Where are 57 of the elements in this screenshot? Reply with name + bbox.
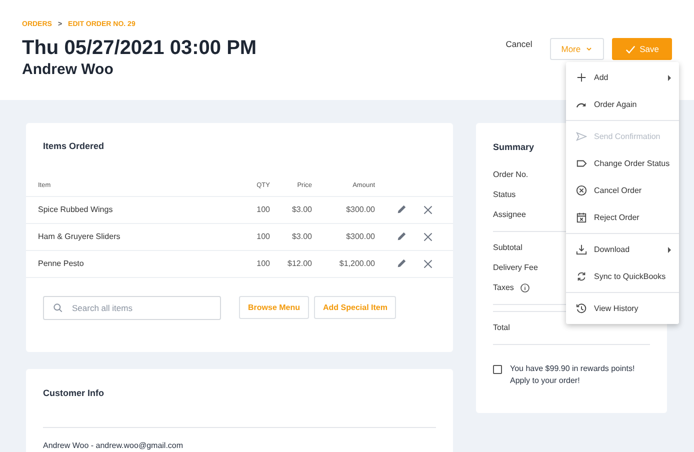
search-field[interactable]: Search all items [43, 296, 221, 320]
menu-item[interactable]: Download [566, 236, 679, 263]
menu-item[interactable]: Cancel Order [566, 177, 679, 204]
menu-item[interactable]: View History [566, 295, 679, 322]
summary-label: Total [493, 322, 510, 334]
checkbox[interactable] [493, 364, 502, 374]
customer-name: Andrew Woo [22, 60, 114, 80]
table-cell-text: $12.00 [286, 258, 312, 270]
close-icon[interactable] [423, 232, 433, 242]
menu-item[interactable]: Order Again [566, 91, 679, 118]
table-cell-text: Ham & Gruyere Sliders [38, 230, 122, 242]
table-cell-text: 100 [256, 230, 270, 242]
summary-label: Subtotal [493, 242, 522, 254]
chevron-down-icon [584, 45, 593, 53]
card-title: Summary [493, 141, 536, 154]
table-cell-text: Penne Pesto [38, 258, 85, 270]
summary-label: Taxes [493, 282, 514, 294]
rewards-text: You have $99.90 in rewards points! Apply to your order! [510, 362, 636, 388]
table-cell-text: 100 [256, 204, 270, 216]
table-cell-text: $3.00 [290, 204, 312, 216]
paper-plane-icon [576, 131, 587, 142]
summary-label: Order No. [493, 168, 528, 180]
pencil-icon[interactable] [396, 258, 407, 269]
table-cell-text: Spice Rubbed Wings [38, 204, 114, 216]
table-cell-text: 100 [256, 258, 270, 270]
check-icon [624, 44, 636, 54]
pencil-icon[interactable] [396, 204, 407, 215]
menu-item[interactable]: Sync to QuickBooks [566, 263, 679, 290]
menu-item[interactable]: Reject Order [566, 204, 679, 231]
pencil-icon[interactable] [396, 231, 407, 242]
summary-label: Assignee [493, 208, 526, 220]
calendar-icon [576, 212, 587, 223]
close-icon[interactable] [423, 258, 433, 268]
table-cell-text: $1,200.00 [338, 258, 375, 270]
menu-item[interactable]: Add [566, 64, 679, 91]
close-icon[interactable] [423, 204, 433, 214]
x-circle-icon [576, 185, 587, 196]
tag-icon [576, 158, 587, 169]
submenu-arrow-icon [668, 74, 671, 80]
card-title: Customer Info [43, 387, 106, 400]
sync-icon [576, 271, 587, 282]
customer-contact: Andrew Woo - andrew.woo@gmail.com [43, 440, 184, 452]
menu-item[interactable]: Change Order Status [566, 150, 679, 177]
summary-label: Delivery Fee [493, 262, 538, 274]
plus-icon [576, 72, 587, 83]
table-cell-text: $300.00 [345, 204, 375, 216]
search-icon [53, 302, 63, 312]
card-title: Items Ordered [42, 140, 106, 153]
download-icon [576, 244, 587, 255]
cancel-button[interactable]: Cancel [496, 38, 542, 51]
info-icon [520, 282, 530, 292]
table-cell-text: $3.00 [290, 230, 312, 242]
summary-label: Status [493, 188, 516, 200]
submenu-arrow-icon [668, 246, 671, 252]
page-title: Thu 05/27/2021 03:00 PM [22, 36, 257, 58]
table-cell-text: $300.00 [345, 230, 375, 242]
clock-icon [576, 303, 587, 314]
